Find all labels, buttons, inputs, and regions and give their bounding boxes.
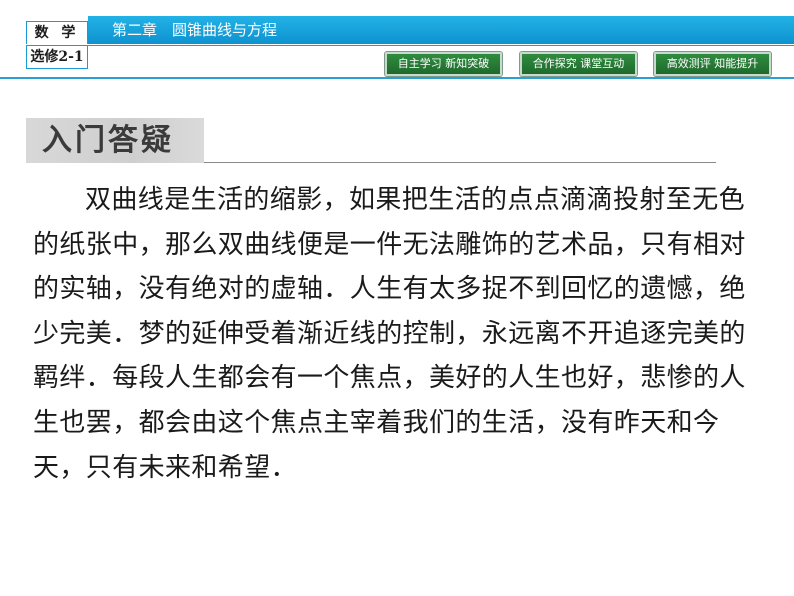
section-rule — [204, 162, 716, 163]
subject-label: 数 学 — [34, 25, 80, 41]
nav-button-self-study[interactable]: 自主学习 新知突破 — [385, 52, 502, 76]
slide-page: 第二章 圆锥曲线与方程 数 学 选修2-1 自主学习 新知突破 合作探究 课堂互… — [0, 0, 794, 596]
nav-button-cooperative-inquiry[interactable]: 合作探究 课堂互动 — [520, 52, 637, 76]
header-bar: 第二章 圆锥曲线与方程 数 学 选修2-1 — [0, 0, 794, 69]
subject-box: 数 学 — [26, 21, 88, 44]
chapter-title: 第二章 圆锥曲线与方程 — [112, 21, 278, 39]
section-heading: 入门答疑 — [42, 123, 174, 158]
header-rule — [88, 45, 794, 46]
elective-box: 选修2-1 — [26, 45, 88, 69]
elective-label: 选修2-1 — [30, 49, 84, 65]
nav-button-efficient-assessment[interactable]: 高效测评 知能提升 — [654, 52, 771, 76]
header-bottom-rule — [0, 77, 794, 79]
body-paragraph: 双曲线是生活的缩影，如果把生活的点点滴滴投射至无色的纸张中，那么双曲线便是一件无… — [33, 185, 746, 483]
